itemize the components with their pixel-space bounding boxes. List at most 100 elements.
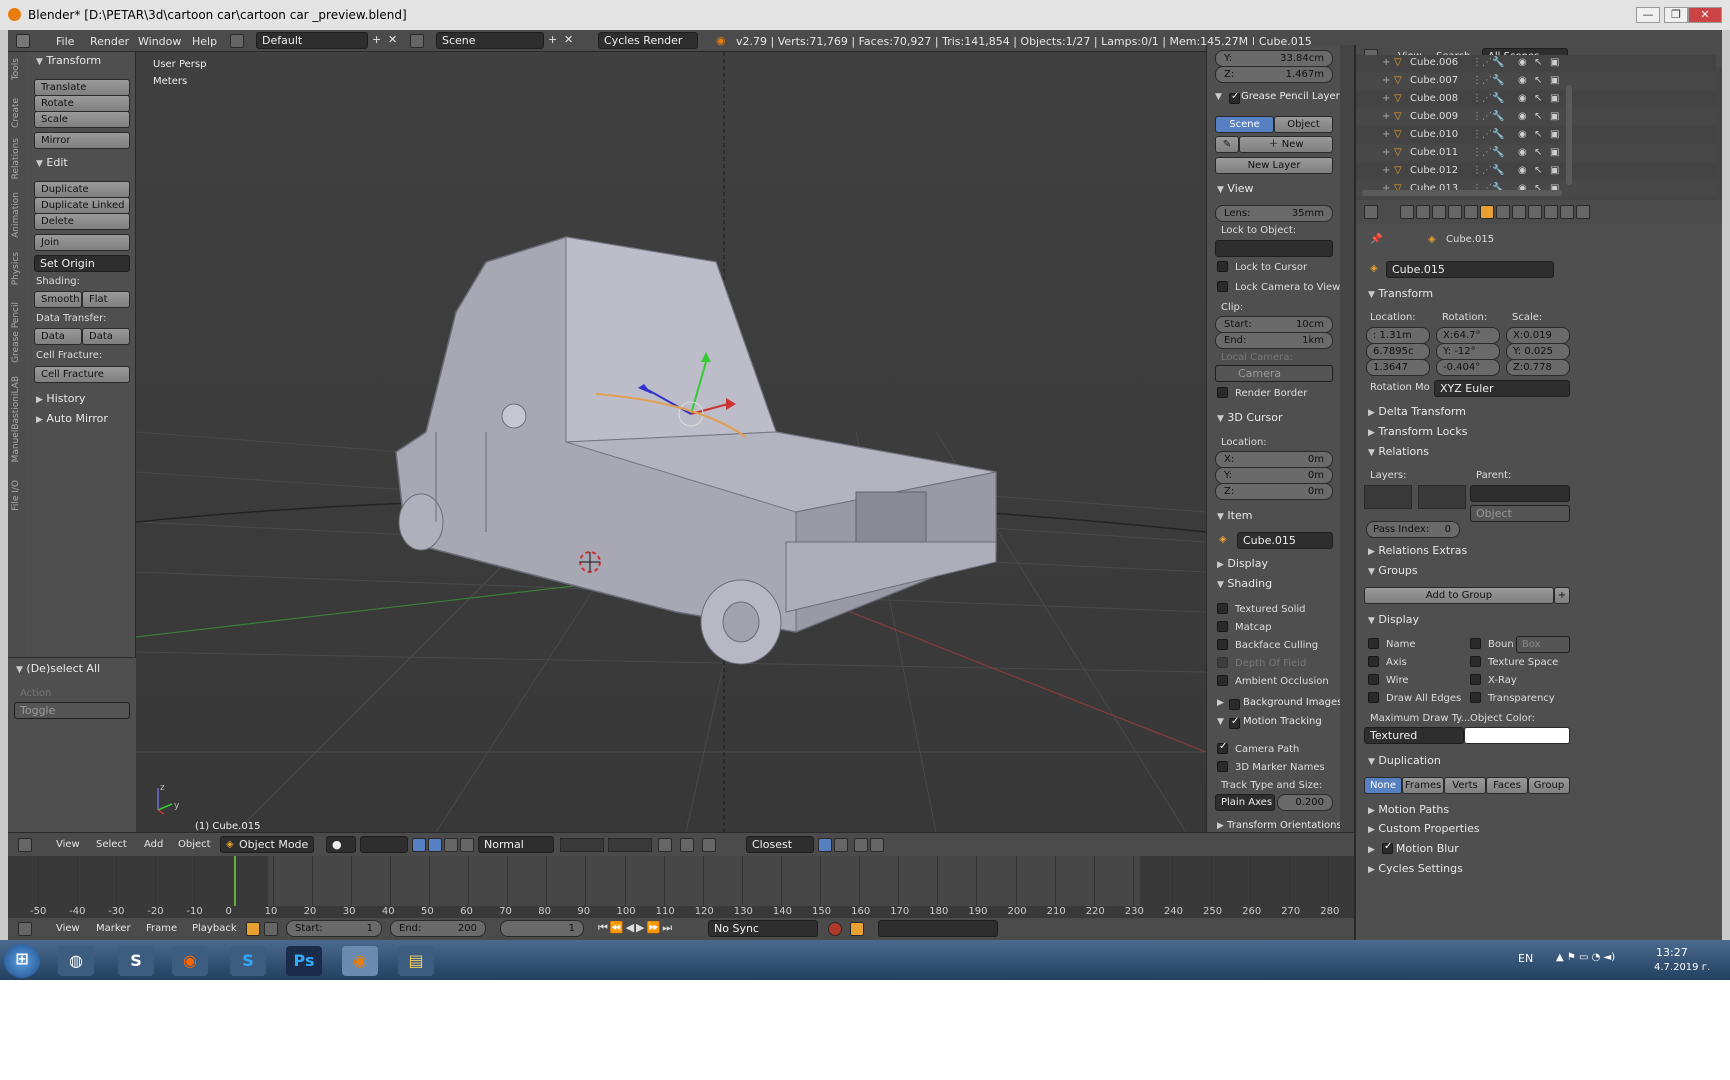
data-layout-button[interactable]: Data Layo — [82, 328, 130, 345]
gp-new-button[interactable]: ＋ New — [1239, 136, 1333, 153]
dup-frames-button[interactable]: Frames — [1402, 777, 1444, 794]
bounds-type-select[interactable]: Box — [1516, 636, 1570, 653]
snap-target-select[interactable]: Closest — [746, 836, 814, 853]
draw-all-edges-checkbox[interactable] — [1368, 692, 1379, 703]
language-indicator[interactable]: EN — [1518, 952, 1533, 965]
props-context-tab-icon[interactable] — [1544, 205, 1558, 219]
lock-time-icon[interactable] — [264, 922, 278, 936]
motion-blur-header[interactable]: ▶ Motion Blur — [1368, 842, 1459, 855]
delete-button[interactable]: Delete — [34, 213, 130, 230]
rotate-button[interactable]: Rotate — [34, 95, 130, 112]
props-context-tab-icon[interactable] — [1576, 205, 1590, 219]
props-context-tab-icon[interactable] — [1432, 205, 1446, 219]
playback-controls[interactable]: ⏮⏪◀▶⏩⏭ — [598, 921, 704, 937]
set-origin-select[interactable]: Set Origin — [34, 255, 130, 272]
item-name-field[interactable]: Cube.015 — [1237, 532, 1333, 549]
xray-checkbox[interactable] — [1470, 674, 1481, 685]
selectable-arrow-icon[interactable]: ↖ — [1534, 93, 1542, 104]
modifier-icon[interactable]: ⋮⋰ — [1472, 165, 1492, 176]
cursor-y-field[interactable]: Y: 0m — [1215, 467, 1333, 484]
record-icon[interactable] — [828, 922, 842, 936]
local-camera-field[interactable]: Camera — [1215, 365, 1333, 382]
gp-object-toggle[interactable]: Object — [1274, 116, 1333, 133]
object-datablock-icon[interactable]: ◈ — [1370, 263, 1378, 274]
preview-range-icon[interactable] — [246, 922, 260, 936]
menu-render[interactable]: Render — [90, 35, 129, 48]
ao-checkbox[interactable] — [1217, 675, 1228, 686]
outliner-expand-icon[interactable]: + — [1382, 165, 1390, 176]
outliner-item-label[interactable]: Cube.010 — [1410, 129, 1458, 140]
3d-viewport[interactable]: z y User Persp Meters (1) Cube.015 — [136, 52, 1206, 832]
render-border-checkbox[interactable] — [1217, 387, 1228, 398]
duplicate-linked-button[interactable]: Duplicate Linked — [34, 197, 130, 214]
maximize-button[interactable]: ❐ — [1664, 7, 1688, 23]
tab-create[interactable]: Create — [11, 98, 21, 128]
outliner-row[interactable]: + ▽ Cube.010 ⋮⋰ 🔧 ◉ ↖ ▣ — [1356, 127, 1716, 143]
tray-icons[interactable]: ▲ ⚑ ▭ ◔ ◄) — [1556, 952, 1615, 963]
outliner-expand-icon[interactable]: + — [1382, 93, 1390, 104]
scale-x-field[interactable]: X:0.019 — [1506, 327, 1570, 344]
vp-object-menu[interactable]: Object — [178, 839, 211, 850]
menu-help[interactable]: Help — [192, 35, 217, 48]
add-group-plus-icon[interactable]: + — [1554, 587, 1570, 604]
visibility-eye-icon[interactable]: ◉ — [1518, 75, 1527, 86]
matcap-checkbox[interactable] — [1217, 621, 1228, 632]
snap-project-icon[interactable] — [834, 838, 848, 852]
modifier-icon[interactable]: ⋮⋰ — [1472, 111, 1492, 122]
data-transfer-button[interactable]: Data — [34, 328, 82, 345]
loc-z-field[interactable]: 1.3647 — [1366, 359, 1430, 376]
tab-animation[interactable]: Animation — [11, 192, 21, 238]
keying-set-icon[interactable] — [850, 922, 864, 936]
wrench-icon[interactable]: 🔧 — [1492, 147, 1504, 158]
lock-object-field[interactable] — [1215, 240, 1333, 257]
selectable-arrow-icon[interactable]: ↖ — [1534, 111, 1542, 122]
outliner-expand-icon[interactable]: + — [1382, 75, 1390, 86]
visibility-eye-icon[interactable]: ◉ — [1518, 129, 1527, 140]
location-z-field[interactable]: Z: 1.467m — [1215, 66, 1333, 83]
add-to-group-button[interactable]: Add to Group — [1364, 587, 1554, 604]
backface-checkbox[interactable] — [1217, 639, 1228, 650]
clock-date[interactable]: 4.7.2019 г. — [1654, 962, 1710, 973]
visibility-eye-icon[interactable]: ◉ — [1518, 111, 1527, 122]
menu-window[interactable]: Window — [138, 35, 181, 48]
wrench-icon[interactable]: 🔧 — [1492, 165, 1504, 176]
props-context-tab-icon[interactable] — [1528, 205, 1542, 219]
scene-field[interactable]: Scene — [436, 32, 544, 49]
dup-faces-button[interactable]: Faces — [1486, 777, 1528, 794]
minimize-button[interactable]: — — [1636, 7, 1660, 23]
auto-mirror-panel-header[interactable]: ▶ Auto Mirror — [36, 412, 108, 425]
pin-icon[interactable]: 📌 — [1370, 234, 1382, 245]
layout-remove-icon[interactable]: ✕ — [388, 33, 397, 46]
duplicate-button[interactable]: Duplicate — [34, 181, 130, 198]
props-display-header[interactable]: ▼ Display — [1368, 613, 1419, 626]
props-context-tab-icon[interactable] — [1560, 205, 1574, 219]
object-color-swatch[interactable] — [1464, 727, 1570, 744]
layers-grid-left[interactable] — [1364, 485, 1412, 509]
loc-x-field[interactable]: : 1.31m — [1366, 327, 1430, 344]
history-panel-header[interactable]: ▶ History — [36, 392, 86, 405]
rotation-mode-select[interactable]: XYZ Euler — [1434, 380, 1570, 397]
motion-tracking-header[interactable]: ▼ Motion Tracking — [1217, 716, 1322, 727]
tab-relations[interactable]: Relations — [11, 138, 21, 179]
outliner-item-label[interactable]: Cube.008 — [1410, 93, 1458, 104]
modifier-icon[interactable]: ⋮⋰ — [1472, 129, 1492, 140]
orientation-select[interactable]: Normal — [478, 836, 554, 853]
selectable-arrow-icon[interactable]: ↖ — [1534, 75, 1542, 86]
proportional-edit-icon[interactable] — [680, 838, 694, 852]
render-preview-icon[interactable] — [854, 838, 868, 852]
modifier-icon[interactable]: ⋮⋰ — [1472, 93, 1492, 104]
wrench-icon[interactable]: 🔧 — [1492, 111, 1504, 122]
editor-type-icon[interactable] — [16, 34, 30, 48]
delta-transform-header[interactable]: ▶ Delta Transform — [1368, 405, 1466, 418]
render-camera-icon[interactable]: ▣ — [1550, 129, 1559, 140]
shading-panel-header[interactable]: ▼ Shading — [1217, 577, 1272, 590]
gp-scene-toggle[interactable]: Scene — [1215, 116, 1274, 133]
scale-manip-icon[interactable] — [460, 838, 474, 852]
outliner-item-label[interactable]: Cube.012 — [1410, 165, 1458, 176]
dup-none-button[interactable]: None — [1364, 777, 1402, 794]
outliner-item-label[interactable]: Cube.007 — [1410, 75, 1458, 86]
end-frame-field[interactable]: End: 200 — [390, 920, 486, 937]
cell-fracture-button[interactable]: Cell Fracture — [34, 366, 130, 383]
groups-header[interactable]: ▼ Groups — [1368, 564, 1418, 577]
tab-file-io[interactable]: File I/O — [11, 480, 21, 511]
